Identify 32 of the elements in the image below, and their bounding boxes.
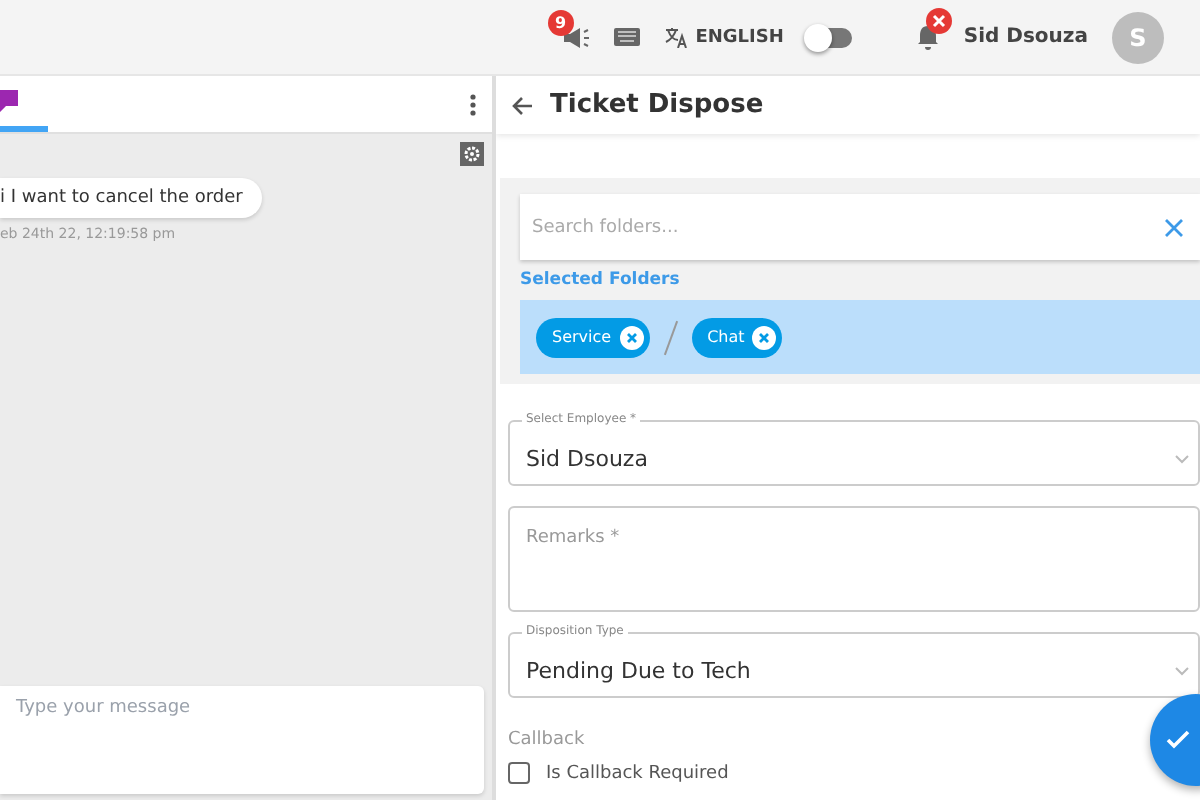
- check-icon: [1166, 730, 1190, 750]
- selected-folders-label: Selected Folders: [520, 270, 682, 290]
- remove-icon[interactable]: [619, 325, 644, 349]
- field-placeholder: Remarks *: [526, 528, 620, 548]
- checkbox[interactable]: [508, 762, 530, 784]
- remove-icon[interactable]: [752, 325, 777, 349]
- user-name[interactable]: Sid Dsouza: [963, 26, 1088, 48]
- search-box[interactable]: Search folders...: [520, 194, 1200, 260]
- settings-icon[interactable]: [460, 142, 484, 166]
- section-label: Callback: [508, 730, 585, 750]
- language-label[interactable]: ENGLISH: [695, 27, 784, 47]
- bell-icon[interactable]: [915, 24, 940, 50]
- notification-badge: 9: [547, 9, 574, 35]
- checkbox-label[interactable]: Is Callback Required: [546, 763, 729, 783]
- close-icon[interactable]: [1164, 217, 1184, 237]
- translate-icon[interactable]: [663, 26, 688, 48]
- megaphone-icon[interactable]: [561, 25, 590, 49]
- keyboard-icon[interactable]: [613, 28, 640, 46]
- message-input[interactable]: Type your message: [0, 686, 484, 794]
- field-value: Sid Dsouza: [526, 446, 648, 472]
- toggle-switch[interactable]: [807, 27, 852, 47]
- more-options-icon[interactable]: [470, 94, 476, 116]
- close-icon: [925, 8, 952, 34]
- chevron-down-icon: [1174, 453, 1190, 465]
- chevron-down-icon: [1174, 665, 1190, 677]
- chat-message: i I want to cancel the order: [0, 178, 263, 218]
- page-title: Ticket Dispose: [550, 90, 764, 120]
- back-arrow-icon[interactable]: [512, 95, 534, 115]
- folder-name: Chat: [707, 328, 745, 346]
- field-value: Pending Due to Tech: [526, 658, 751, 684]
- chat-bubble-icon: [0, 89, 18, 113]
- folder-name: Service: [552, 328, 612, 346]
